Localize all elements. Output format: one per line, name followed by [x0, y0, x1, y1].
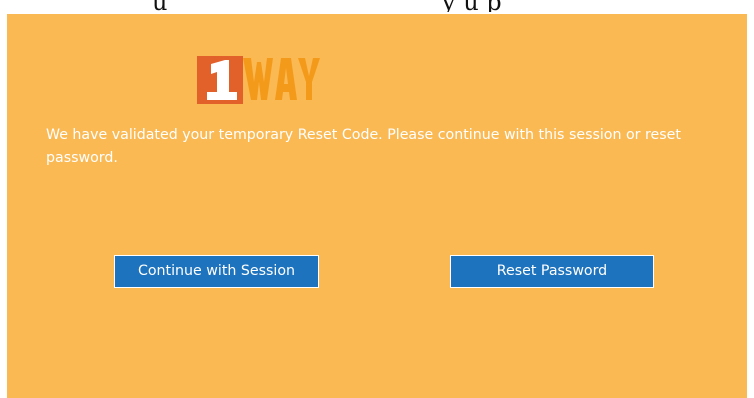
reset-code-panel: We have validated your temporary Reset C… [7, 14, 747, 398]
reset-password-button[interactable]: Reset Password [450, 255, 654, 288]
validation-message: We have validated your temporary Reset C… [46, 127, 681, 166]
continue-with-session-button[interactable]: Continue with Session [114, 255, 319, 288]
clipped-text-left: u [152, 0, 167, 12]
clipped-header-text: u y u p [0, 0, 754, 12]
clipped-text-right: y u p [442, 0, 502, 12]
1way-logo [197, 56, 320, 104]
